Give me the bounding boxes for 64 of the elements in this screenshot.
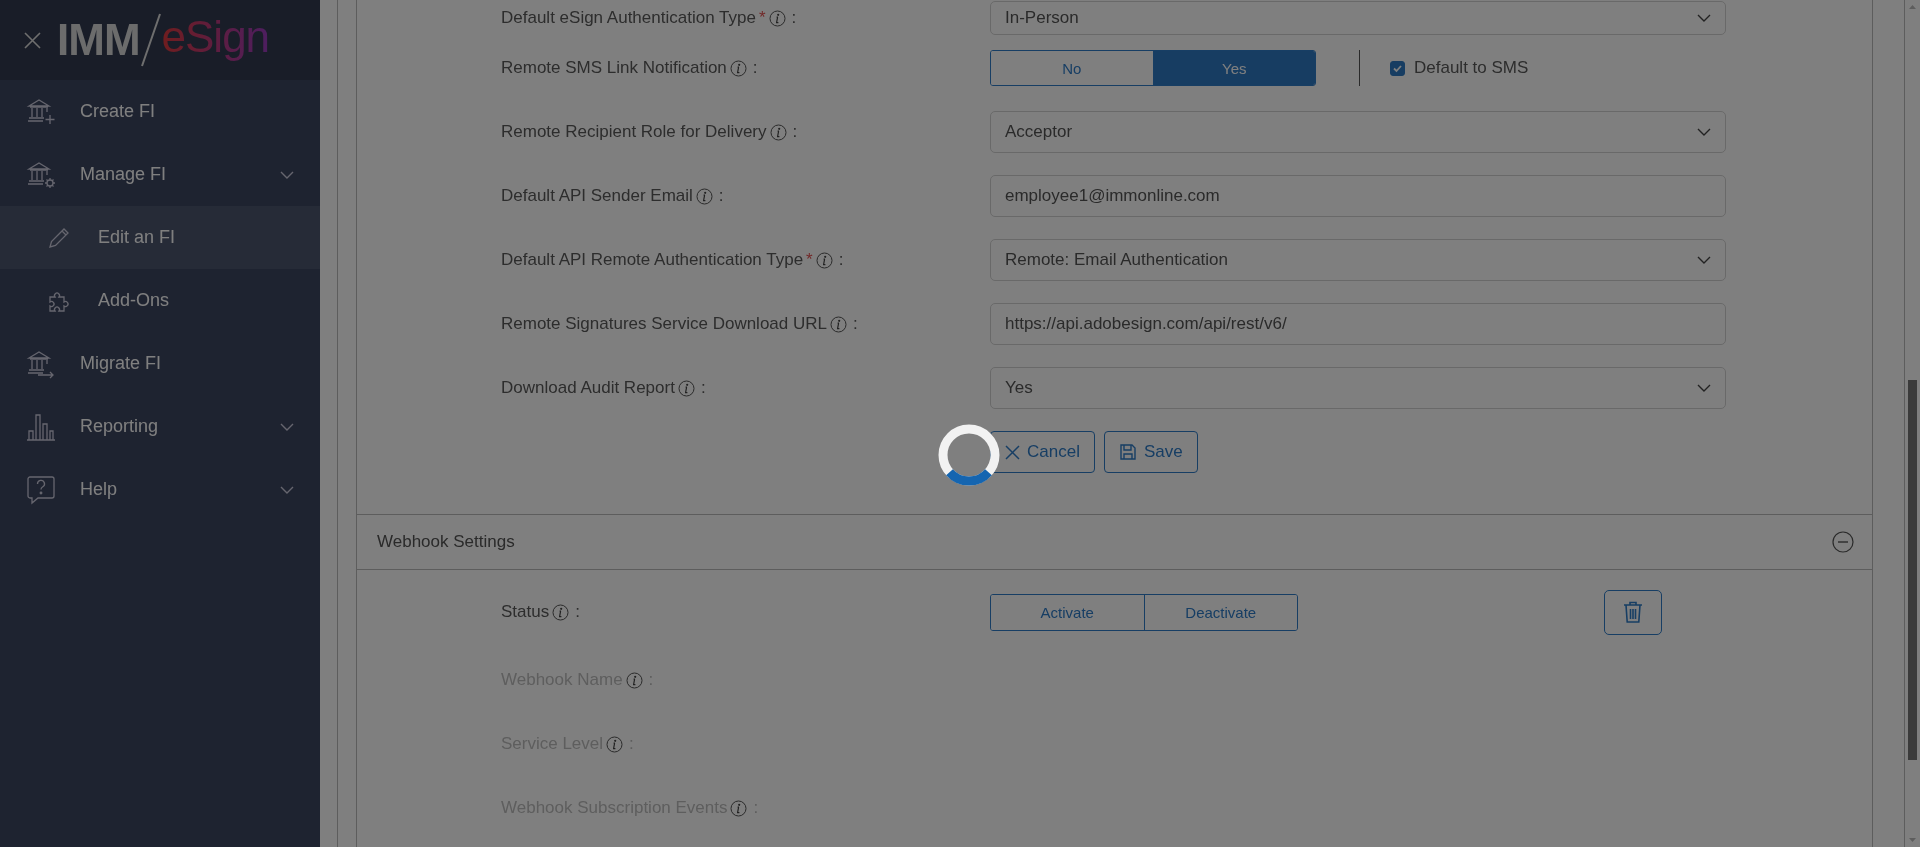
chevron-down-icon	[1697, 256, 1711, 264]
bar-chart-icon	[26, 411, 56, 442]
colon: :	[753, 798, 759, 818]
select-field[interactable]: Yes	[990, 367, 1726, 409]
colon: :	[838, 250, 844, 270]
sidebar-item[interactable]: Reporting	[0, 395, 320, 458]
colon: :	[648, 670, 654, 690]
colon: :	[853, 314, 858, 334]
delete-button[interactable]	[1604, 589, 1662, 635]
info-icon[interactable]	[815, 251, 833, 269]
info-icon[interactable]	[695, 187, 713, 205]
checkbox[interactable]	[1390, 60, 1405, 76]
sidebar-item[interactable]: Manage FI	[0, 143, 320, 206]
sidebar-item[interactable]: Migrate FI	[0, 332, 320, 395]
field-label: Status	[501, 602, 550, 622]
colon: :	[629, 734, 634, 754]
help-bubble-icon	[26, 474, 56, 505]
colon: :	[752, 58, 758, 78]
close-icon	[1005, 444, 1020, 460]
colon: :	[575, 602, 580, 622]
cancel-button[interactable]: Cancel	[990, 431, 1095, 473]
input-field[interactable]: employee1@immonline.com	[990, 175, 1726, 217]
field-label: Remote Signatures Service Download URL	[501, 314, 827, 334]
save-button[interactable]: Save	[1103, 431, 1198, 473]
field-label: Remote Recipient Role for Delivery	[501, 122, 767, 142]
info-icon[interactable]	[552, 603, 570, 621]
colon: :	[718, 186, 724, 206]
collapse-icon[interactable]	[1832, 531, 1854, 553]
chevron-down-icon	[1697, 384, 1711, 392]
sidebar-subitem[interactable]: Add-Ons	[0, 269, 320, 332]
chevron-down-icon	[1697, 128, 1711, 136]
sidebar-item[interactable]: Help	[0, 458, 320, 521]
toggle-option[interactable]: Yes	[1152, 51, 1315, 85]
select-field[interactable]: Acceptor	[990, 111, 1726, 153]
info-icon[interactable]	[768, 9, 786, 27]
close-icon[interactable]	[24, 31, 41, 49]
colon: :	[792, 122, 798, 142]
checkbox-label: Default to SMS	[1414, 58, 1529, 78]
sidebar-item[interactable]: Create FI	[0, 80, 320, 143]
field-label: Default eSign Authentication Type	[501, 8, 756, 28]
select-field[interactable]: Remote: Email Authentication	[990, 239, 1726, 281]
input-field[interactable]: https://api.adobesign.com/api/rest/v6/	[990, 303, 1726, 345]
trash-icon	[1623, 601, 1643, 623]
field-label: Remote SMS Link Notification	[501, 58, 727, 78]
logo: IMM eSign	[57, 12, 270, 68]
field-label: Default API Sender Email	[501, 186, 693, 206]
save-icon	[1118, 443, 1137, 461]
select-field[interactable]: In-Person	[990, 1, 1726, 35]
required-mark: *	[806, 250, 813, 270]
required-mark: *	[758, 8, 766, 28]
toggle-option[interactable]: Deactivate	[1143, 594, 1297, 630]
info-icon[interactable]	[729, 59, 747, 77]
colon: :	[700, 378, 706, 398]
section-title: Webhook Settings	[377, 532, 516, 552]
colon: :	[791, 8, 797, 28]
info-icon[interactable]	[830, 315, 847, 333]
sidebar-subitem[interactable]: Edit an FI	[0, 206, 320, 269]
field-label: Download Audit Report	[501, 378, 675, 398]
info-icon[interactable]	[769, 123, 787, 141]
pencil-icon	[48, 226, 70, 249]
field-label: Default API Remote Authentication Type	[501, 250, 804, 270]
chevron-down-icon	[1697, 14, 1711, 22]
info-icon[interactable]	[677, 379, 695, 397]
puzzle-icon	[48, 289, 70, 312]
